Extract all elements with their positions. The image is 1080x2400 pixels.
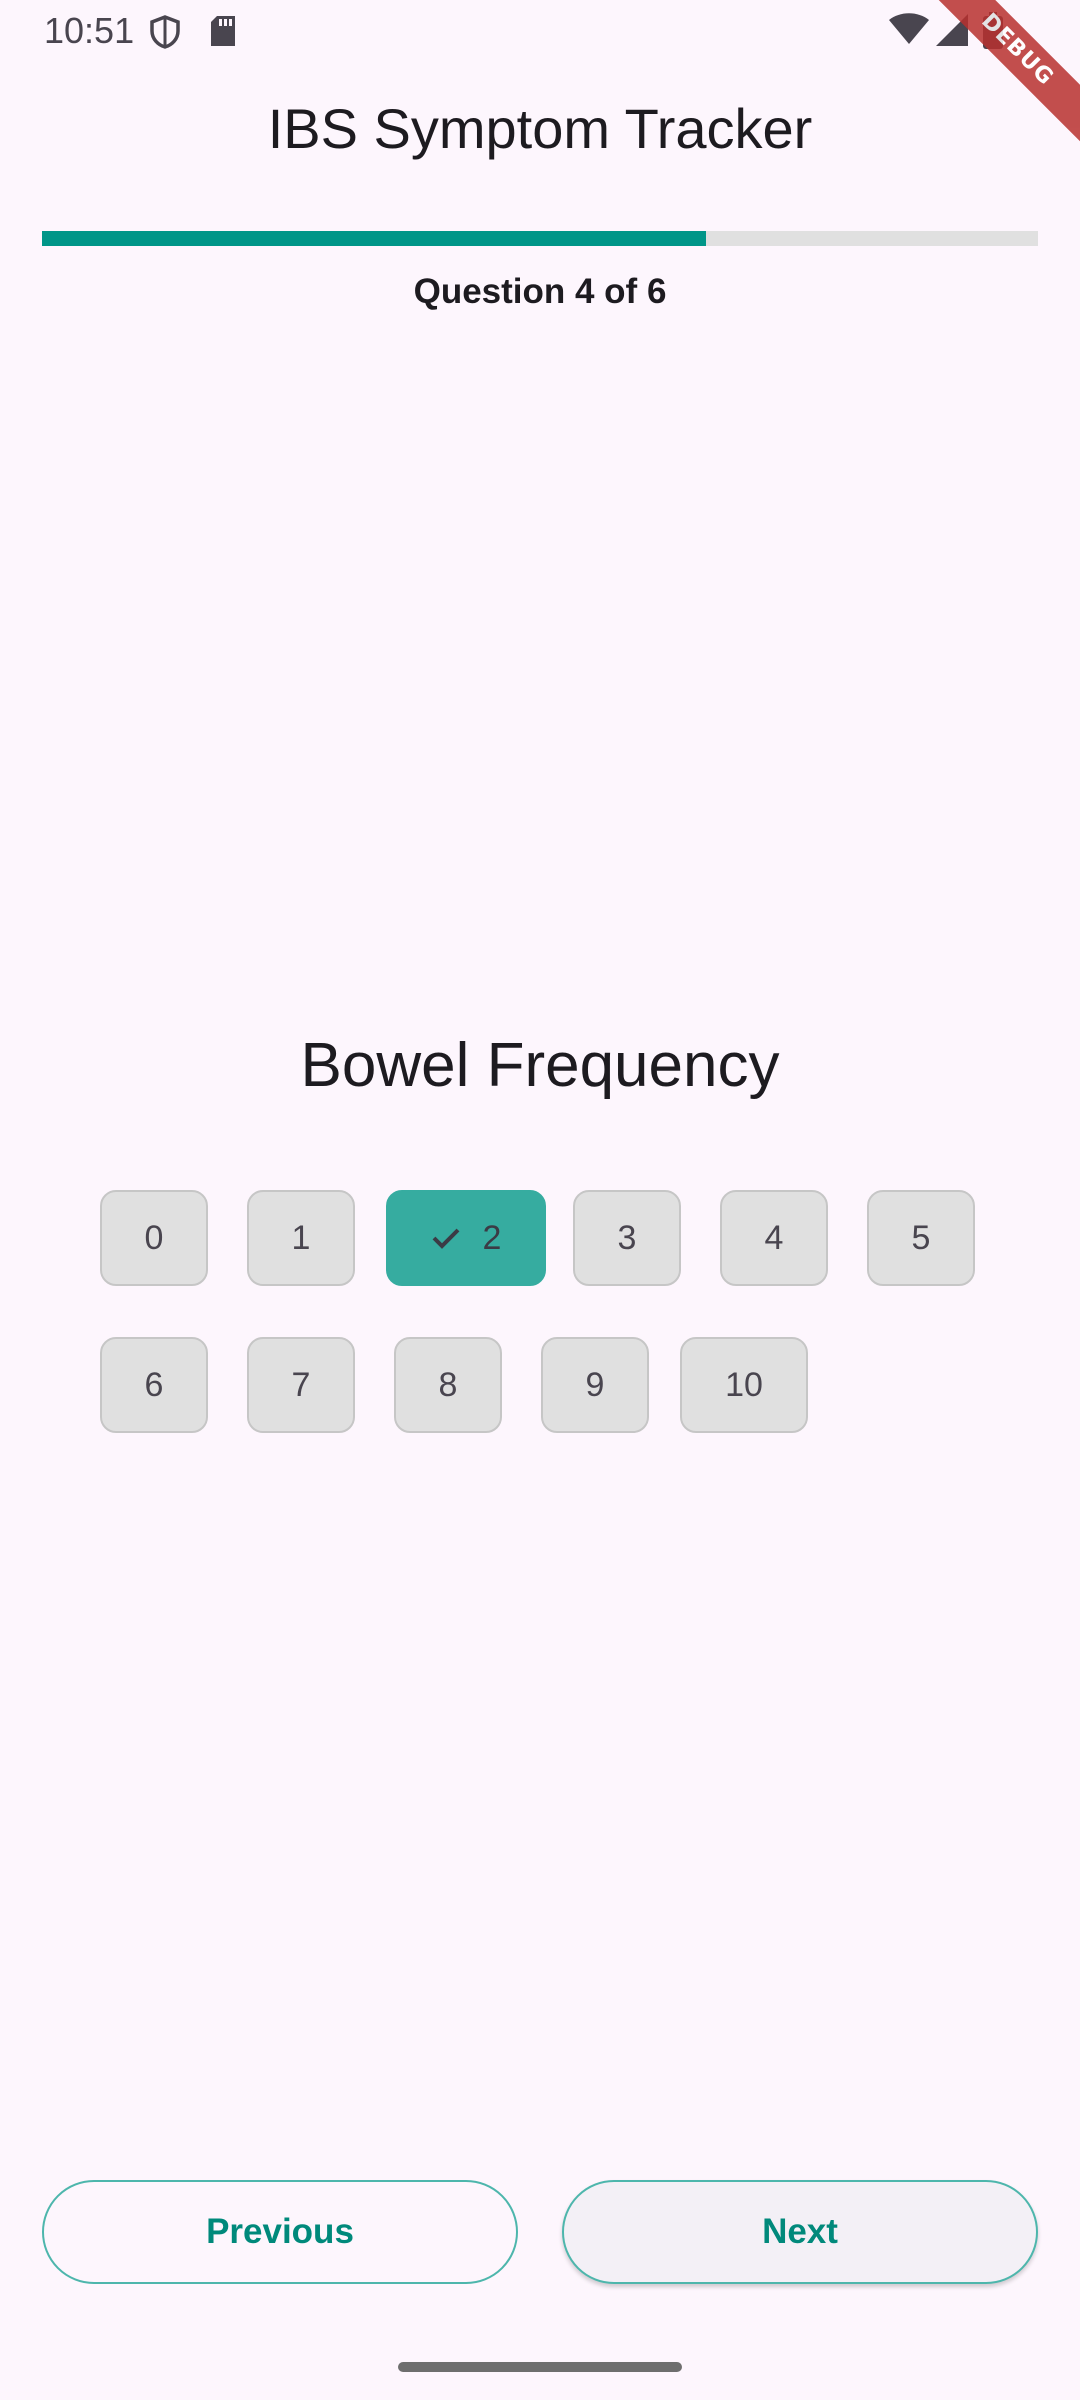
option-chip-4[interactable]: 4 [720, 1190, 828, 1286]
progress-bar-fill [42, 231, 707, 246]
check-icon [431, 1226, 461, 1250]
option-chip-label: 3 [617, 1218, 637, 1257]
option-chip-1[interactable]: 1 [247, 1190, 355, 1286]
option-chip-label: 2 [482, 1218, 502, 1257]
option-chip-7[interactable]: 7 [247, 1337, 355, 1433]
option-chip-2[interactable]: 2 [386, 1190, 546, 1286]
option-chip-9[interactable]: 9 [541, 1337, 649, 1433]
option-chip-8[interactable]: 8 [394, 1337, 502, 1433]
app-title: IBS Symptom Tracker [267, 97, 813, 160]
option-chip-label: 1 [291, 1218, 311, 1257]
question-title: Bowel Frequency [300, 1031, 780, 1100]
option-chip-label: 0 [144, 1218, 164, 1257]
question-counter: Question 4 of 6 [413, 272, 667, 311]
option-chip-label: 8 [438, 1365, 458, 1404]
home-indicator[interactable] [398, 2362, 682, 2372]
sd-card-icon [208, 14, 238, 53]
option-chip-label: 4 [764, 1218, 784, 1257]
option-chip-label: 10 [725, 1365, 763, 1404]
option-chip-0[interactable]: 0 [100, 1190, 208, 1286]
wifi-icon [888, 12, 930, 51]
option-chip-6[interactable]: 6 [100, 1337, 208, 1433]
option-chip-10[interactable]: 10 [680, 1337, 808, 1433]
previous-button-label: Previous [206, 2212, 354, 2251]
previous-button[interactable]: Previous [42, 2180, 518, 2284]
status-time: 10:51 [44, 10, 135, 51]
option-chip-5[interactable]: 5 [867, 1190, 975, 1286]
option-chip-label: 5 [911, 1218, 931, 1257]
next-button-label: Next [762, 2212, 838, 2251]
progress-bar [42, 231, 1038, 246]
option-chip-label: 6 [144, 1365, 164, 1404]
option-chip-label: 9 [585, 1365, 605, 1404]
next-button[interactable]: Next [562, 2180, 1038, 2284]
option-chip-label: 7 [291, 1365, 311, 1404]
shield-icon [148, 14, 182, 55]
status-bar: 10:51 [0, 0, 1080, 64]
option-chip-3[interactable]: 3 [573, 1190, 681, 1286]
